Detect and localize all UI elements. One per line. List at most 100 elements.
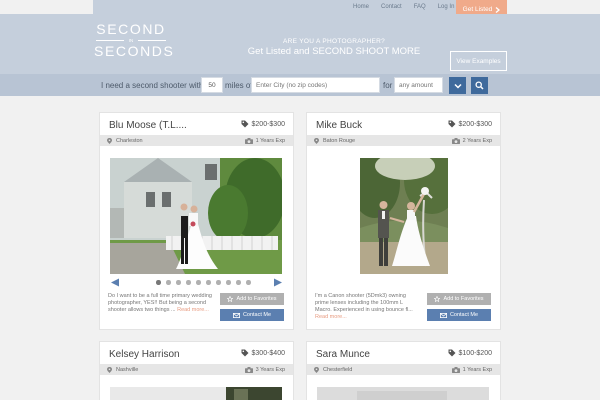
for-label: for <box>383 81 393 90</box>
price-range: $200-$300 <box>448 120 492 128</box>
nav-home-link[interactable]: Home <box>353 4 369 10</box>
view-examples-button[interactable]: View Examples <box>450 51 507 71</box>
price-tag-icon <box>241 349 249 357</box>
chevron-right-icon <box>495 6 501 13</box>
logo-line-3: SECONDS <box>94 43 175 59</box>
carousel-dot[interactable] <box>206 280 211 285</box>
photographer-name[interactable]: Kelsey Harrison <box>109 349 180 360</box>
price-range: $200-$300 <box>241 120 285 128</box>
wedding-photo[interactable] <box>110 387 282 400</box>
chevron-down-icon <box>453 83 462 89</box>
location-text: Charleston <box>116 137 143 144</box>
wedding-photo-image <box>360 158 448 274</box>
location: Baton Rouge <box>314 137 355 144</box>
carousel-dots <box>156 280 251 285</box>
card-meta-bar: Charleston 1 Years Exp <box>100 135 293 146</box>
search-button[interactable] <box>471 77 488 94</box>
experience-text: 1 Years Exp <box>462 366 492 373</box>
nav-contact-link[interactable]: Contact <box>381 4 402 10</box>
carousel-dot[interactable] <box>176 280 181 285</box>
photographer-description: I'm a Canon shooter (5Dmk3) owning prime… <box>315 293 421 321</box>
photographer-promo: ARE YOU A PHOTOGRAPHER? Get Listed and S… <box>246 38 422 57</box>
hero-banner: SECOND IN SECONDS ARE YOU A PHOTOGRAPHER… <box>0 14 600 74</box>
price-tag-icon <box>241 120 249 128</box>
photographer-card: Blu Moose (T.L.... $200-$300 Charleston … <box>99 112 294 330</box>
location: Nashville <box>107 366 139 373</box>
carousel-dot[interactable] <box>156 280 161 285</box>
map-pin-icon <box>314 137 319 144</box>
contact-label: Contact Me <box>242 312 272 318</box>
photographer-card: Mike Buck $200-$300 Baton Rouge 2 Years … <box>306 112 501 330</box>
contact-label: Contact Me <box>449 312 479 318</box>
card-meta-bar: Chesterfield 1 Years Exp <box>307 364 500 375</box>
experience: 1 Years Exp <box>244 137 285 144</box>
top-nav: Home Contact FAQ Log In <box>353 4 454 10</box>
carousel-dot[interactable] <box>186 280 191 285</box>
experience: 3 Years Exp <box>244 366 285 373</box>
wedding-photo[interactable] <box>360 158 448 274</box>
camera-icon <box>451 366 460 373</box>
carousel-dot[interactable] <box>166 280 171 285</box>
read-more-link[interactable]: Read more... <box>177 307 209 313</box>
search-prefix-label: I need a second shooter within <box>101 81 210 90</box>
amount-dropdown-button[interactable] <box>449 77 466 94</box>
experience: 2 Years Exp <box>451 137 492 144</box>
wedding-photo[interactable] <box>317 387 489 400</box>
read-more-link[interactable]: Read more... <box>315 314 347 320</box>
experience-text: 3 Years Exp <box>255 366 285 373</box>
miles-input[interactable] <box>201 77 223 93</box>
star-icon <box>227 296 234 302</box>
map-pin-icon <box>107 366 112 373</box>
camera-icon <box>244 137 253 144</box>
carousel-prev-arrow-icon[interactable] <box>110 278 120 287</box>
photographer-name[interactable]: Blu Moose (T.L.... <box>109 120 187 131</box>
add-to-favorites-button[interactable]: Add to Favorites <box>220 293 284 305</box>
favorites-label: Add to Favorites <box>443 296 484 302</box>
photographer-card: Kelsey Harrison $300-$400 Nashville 3 Ye… <box>99 341 294 400</box>
star-icon <box>434 296 441 302</box>
nav-faq-link[interactable]: FAQ <box>414 4 426 10</box>
carousel-dot[interactable] <box>246 280 251 285</box>
carousel-next-arrow-icon[interactable] <box>273 278 283 287</box>
favorites-label: Add to Favorites <box>236 296 277 302</box>
envelope-icon <box>439 312 447 318</box>
wedding-photo-image <box>317 387 489 400</box>
photographer-name[interactable]: Mike Buck <box>316 120 362 131</box>
price-tag-icon <box>448 349 456 357</box>
search-bar: I need a second shooter within miles of … <box>0 74 600 96</box>
price-text: $300-$400 <box>251 349 285 357</box>
price-range: $100-$200 <box>448 349 492 357</box>
photographer-name[interactable]: Sara Munce <box>316 349 370 360</box>
location-text: Chesterfield <box>323 366 353 373</box>
contact-me-button[interactable]: Contact Me <box>427 309 491 321</box>
price-text: $100-$200 <box>458 349 492 357</box>
miles-label: miles of <box>225 81 253 90</box>
experience: 1 Years Exp <box>451 366 492 373</box>
price-text: $200-$300 <box>251 120 285 128</box>
city-input[interactable] <box>251 77 380 93</box>
location: Charleston <box>107 137 143 144</box>
wedding-photo[interactable] <box>110 158 282 274</box>
card-meta-bar: Nashville 3 Years Exp <box>100 364 293 375</box>
wedding-photo-image <box>110 158 282 274</box>
carousel-dot[interactable] <box>236 280 241 285</box>
nav-login-link[interactable]: Log In <box>438 4 455 10</box>
experience-text: 1 Years Exp <box>255 137 285 144</box>
amount-input[interactable] <box>394 77 443 93</box>
carousel-dot[interactable] <box>196 280 201 285</box>
contact-me-button[interactable]: Contact Me <box>220 309 284 321</box>
map-pin-icon <box>107 137 112 144</box>
carousel-dot[interactable] <box>216 280 221 285</box>
price-text: $200-$300 <box>458 120 492 128</box>
experience-text: 2 Years Exp <box>462 137 492 144</box>
site-logo[interactable]: SECOND IN SECONDS <box>94 22 175 59</box>
add-to-favorites-button[interactable]: Add to Favorites <box>427 293 491 305</box>
carousel-dot[interactable] <box>226 280 231 285</box>
price-tag-icon <box>448 120 456 128</box>
logo-line-2: IN <box>94 37 168 44</box>
location-text: Nashville <box>116 366 139 373</box>
promo-question: ARE YOU A PHOTOGRAPHER? <box>282 38 386 45</box>
card-meta-bar: Baton Rouge 2 Years Exp <box>307 135 500 146</box>
camera-icon <box>451 137 460 144</box>
price-range: $300-$400 <box>241 349 285 357</box>
